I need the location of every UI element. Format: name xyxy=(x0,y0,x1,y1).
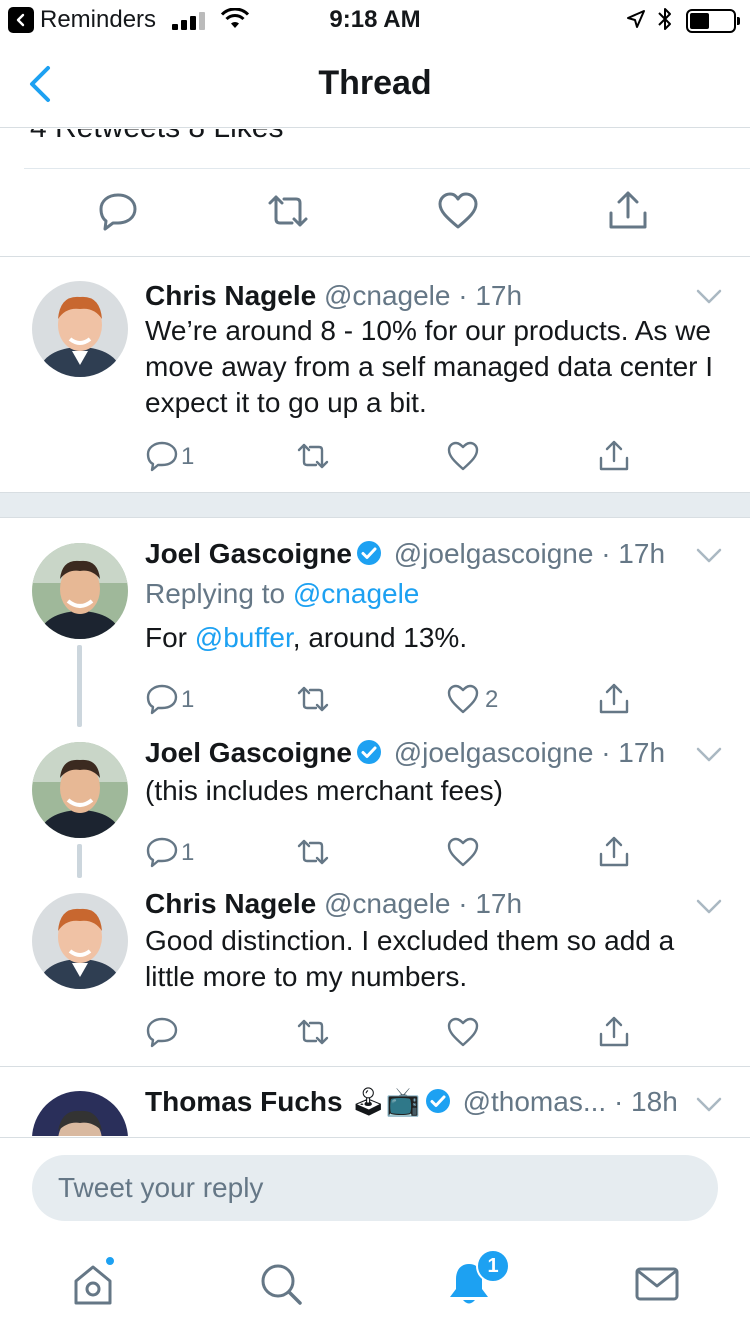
chevron-down-icon[interactable] xyxy=(696,899,722,915)
focused-tweet-actions xyxy=(0,189,750,255)
notification-badge: 1 xyxy=(476,1249,510,1283)
divider xyxy=(24,168,750,169)
tweet[interactable]: Chris Nagele @cnagele · 17h Good distinc… xyxy=(0,887,750,1065)
share-icon[interactable] xyxy=(597,682,631,716)
divider xyxy=(0,256,750,257)
avatar[interactable] xyxy=(32,1091,128,1136)
tweet[interactable]: Joel Gascoigne @joelgascoigne · 17h (thi… xyxy=(0,736,750,868)
user-handle[interactable]: @joelgascoigne xyxy=(394,737,594,768)
location-arrow-icon xyxy=(627,10,645,28)
conversation-separator xyxy=(0,492,750,518)
user-handle[interactable]: @joelgascoigne xyxy=(394,538,594,569)
retweet-icon[interactable] xyxy=(296,1015,330,1049)
tweet[interactable]: Chris Nagele @cnagele · 17h We’re around… xyxy=(0,279,750,491)
retweet-icon[interactable] xyxy=(266,189,310,233)
tweet-text: We’re around 8 - 10% for our products. A… xyxy=(145,315,714,418)
timestamp: · 17h xyxy=(458,888,523,919)
share-icon[interactable] xyxy=(597,835,631,869)
thread-timeline[interactable]: 4 Retweets 8 Likes Chris Nagele @cnagele… xyxy=(0,129,750,1136)
tweet-stats[interactable]: 4 Retweets 8 Likes xyxy=(30,129,283,145)
tweet-text: (this includes merchant fees) xyxy=(145,775,503,806)
timestamp: · 17h xyxy=(601,538,666,569)
tweet-header: Joel Gascoigne @joelgascoigne · 17h xyxy=(145,537,665,571)
tweet[interactable]: Thomas Fuchs 🕹📺 @thomas... · 18h xyxy=(0,1085,750,1136)
like-heart-icon[interactable] xyxy=(436,189,480,233)
messages-envelope-icon[interactable] xyxy=(632,1259,682,1309)
tweet-actions: 1 xyxy=(0,439,750,479)
chevron-down-icon[interactable] xyxy=(696,548,722,564)
avatar[interactable] xyxy=(32,742,128,838)
retweet-icon[interactable] xyxy=(296,835,330,869)
timestamp: · 17h xyxy=(458,280,523,311)
tweet-actions xyxy=(0,1015,750,1055)
user-handle[interactable]: @thomas... xyxy=(463,1086,607,1117)
search-icon[interactable] xyxy=(256,1259,306,1309)
tweet-text: For @buffer, around 13%. xyxy=(145,620,725,656)
share-icon[interactable] xyxy=(597,439,631,473)
reply-icon[interactable] xyxy=(145,439,179,473)
divider xyxy=(0,1066,750,1067)
navigation-bar: Thread xyxy=(0,40,750,128)
user-name[interactable]: Chris Nagele xyxy=(145,888,316,919)
user-name[interactable]: Joel Gascoigne xyxy=(145,737,352,768)
like-heart-icon[interactable] xyxy=(446,835,480,869)
avatar[interactable] xyxy=(32,893,128,989)
tweet-text-suffix: , around 13%. xyxy=(292,622,468,653)
timestamp: · 18h xyxy=(613,1086,678,1117)
verified-badge-icon xyxy=(356,541,381,565)
tweet-actions: 1 2 xyxy=(0,682,750,722)
replying-to: Replying to @cnagele xyxy=(145,578,419,610)
status-bar: Reminders 9:18 AM xyxy=(0,0,750,40)
avatar[interactable] xyxy=(32,281,128,377)
like-count: 2 xyxy=(485,686,499,713)
user-handle[interactable]: @cnagele xyxy=(324,888,451,919)
battery-icon xyxy=(686,9,740,33)
page-title: Thread xyxy=(318,64,432,102)
share-icon[interactable] xyxy=(597,1015,631,1049)
tab-bar: 1 xyxy=(0,1237,750,1334)
mention-link[interactable]: @cnagele xyxy=(293,578,420,609)
reply-count: 1 xyxy=(181,686,195,713)
reply-icon[interactable] xyxy=(145,1015,179,1049)
name-emoji: 🕹📺 xyxy=(350,1086,421,1117)
like-heart-icon[interactable] xyxy=(446,1015,480,1049)
reply-composer-bar xyxy=(0,1137,750,1237)
replying-to-label: Replying to xyxy=(145,578,286,609)
tweet-text-prefix: For xyxy=(145,622,187,653)
user-handle[interactable]: @cnagele xyxy=(324,280,451,311)
bluetooth-icon xyxy=(658,8,671,30)
reply-input[interactable] xyxy=(32,1155,718,1221)
reply-icon[interactable] xyxy=(145,682,179,716)
retweet-icon[interactable] xyxy=(296,439,330,473)
share-icon[interactable] xyxy=(606,189,650,233)
verified-badge-icon xyxy=(356,740,381,764)
tweet-header: Joel Gascoigne @joelgascoigne · 17h xyxy=(145,736,665,770)
reply-icon[interactable] xyxy=(145,835,179,869)
like-heart-icon[interactable] xyxy=(446,439,480,473)
tweet-header: Thomas Fuchs 🕹📺 @thomas... · 18h xyxy=(145,1085,678,1119)
chevron-down-icon[interactable] xyxy=(696,747,722,763)
retweet-icon[interactable] xyxy=(296,682,330,716)
like-heart-icon[interactable] xyxy=(446,682,480,716)
reply-count: 1 xyxy=(181,443,195,470)
mention-link[interactable]: @buffer xyxy=(195,622,293,653)
reply-icon[interactable] xyxy=(96,189,140,233)
user-name[interactable]: Joel Gascoigne xyxy=(145,538,352,569)
tweet-header: Chris Nagele @cnagele · 17h xyxy=(145,887,522,921)
chevron-down-icon[interactable] xyxy=(696,289,722,305)
user-name[interactable]: Chris Nagele xyxy=(145,280,316,311)
timestamp: · 17h xyxy=(601,737,666,768)
avatar[interactable] xyxy=(32,543,128,639)
reply-count: 1 xyxy=(181,839,195,866)
home-unread-dot xyxy=(104,1255,116,1267)
chevron-down-icon[interactable] xyxy=(696,1097,722,1113)
tweet[interactable]: Joel Gascoigne @joelgascoigne · 17h Repl… xyxy=(0,538,750,728)
tweet-header: Chris Nagele @cnagele · 17h xyxy=(145,279,522,313)
tweet-actions: 1 xyxy=(0,835,750,875)
user-name[interactable]: Thomas Fuchs xyxy=(145,1086,343,1117)
verified-badge-icon xyxy=(425,1089,450,1113)
tweet-text: Good distinction. I excluded them so add… xyxy=(145,925,675,992)
